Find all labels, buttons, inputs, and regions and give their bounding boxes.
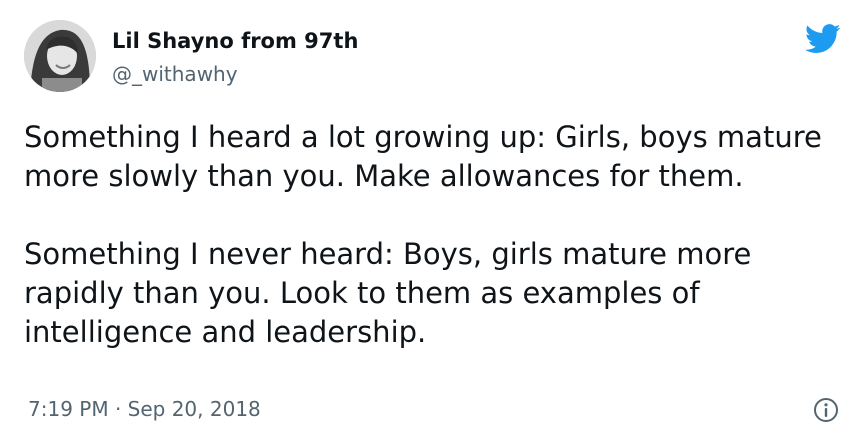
avatar-photo (24, 20, 96, 92)
tweet-paragraph: Something I heard a lot growing up: Girl… (24, 120, 822, 193)
timestamp[interactable]: 7:19 PM · Sep 20, 2018 (28, 397, 261, 421)
avatar[interactable] (24, 20, 96, 92)
twitter-bird-icon[interactable] (805, 24, 841, 54)
tweet-card: Lil Shayno from 97th @_withawhy Somethin… (0, 0, 867, 442)
display-name[interactable]: Lil Shayno from 97th (112, 29, 358, 53)
info-icon[interactable] (813, 397, 839, 423)
tweet-text: Something I heard a lot growing up: Girl… (24, 118, 844, 352)
user-handle[interactable]: @_withawhy (112, 62, 238, 86)
tweet-paragraph: Something I never heard: Boys, girls mat… (24, 237, 752, 349)
